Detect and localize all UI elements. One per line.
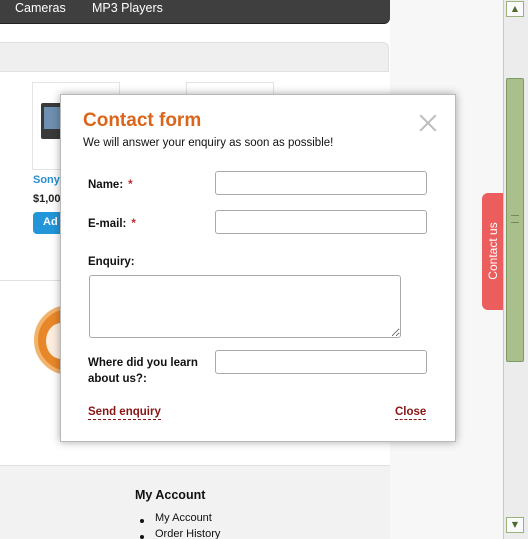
list-bullet [140, 535, 144, 539]
arrow-up-icon[interactable]: ▲ [506, 1, 524, 17]
contact-us-tab-label: Contact us [486, 222, 500, 280]
nav-item-cameras[interactable]: Cameras [15, 1, 66, 15]
arrow-down-icon[interactable]: ▼ [506, 517, 524, 533]
enquiry-textarea[interactable] [89, 275, 401, 338]
list-bullet [140, 519, 144, 523]
footer-title: My Account [135, 488, 206, 502]
send-enquiry-button[interactable]: Send enquiry [88, 405, 161, 420]
footer-link-my-account[interactable]: My Account [155, 512, 212, 524]
scrollbar-thumb[interactable] [506, 78, 524, 362]
dialog-title: Contact form [83, 110, 202, 131]
product-price: $1,00 [33, 193, 61, 205]
enquiry-label: Enquiry: [88, 256, 135, 268]
dialog-subtitle: We will answer your enquiry as soon as p… [83, 137, 334, 149]
product-name-link[interactable]: Sony [33, 174, 60, 186]
source-field[interactable] [215, 350, 427, 374]
contact-us-tab[interactable]: Contact us [482, 193, 503, 310]
laptop-screen [44, 107, 60, 129]
name-label: Name: * [88, 177, 133, 193]
footer-link-order-history[interactable]: Order History [155, 528, 220, 539]
required-marker: * [128, 179, 133, 191]
top-navigation: Cameras MP3 Players [0, 0, 390, 24]
email-label-text: E-mail: [88, 218, 127, 230]
source-label: Where did you learn about us?: [88, 357, 198, 385]
grip-icon [511, 215, 519, 223]
name-label-text: Name: [88, 179, 124, 191]
footer: My Account My Account Order History [0, 465, 390, 539]
required-marker: * [131, 218, 136, 230]
email-field[interactable] [215, 210, 427, 234]
email-label: E-mail: * [88, 216, 136, 232]
nav-item-mp3-players[interactable]: MP3 Players [92, 1, 163, 15]
vertical-scrollbar[interactable]: ▲ ▼ [503, 0, 528, 539]
close-button[interactable]: Close [395, 405, 427, 420]
name-field[interactable] [215, 171, 427, 195]
close-icon[interactable] [416, 111, 440, 135]
contact-form-dialog: Contact form We will answer your enquiry… [60, 94, 456, 442]
content-header-bar [0, 42, 389, 72]
